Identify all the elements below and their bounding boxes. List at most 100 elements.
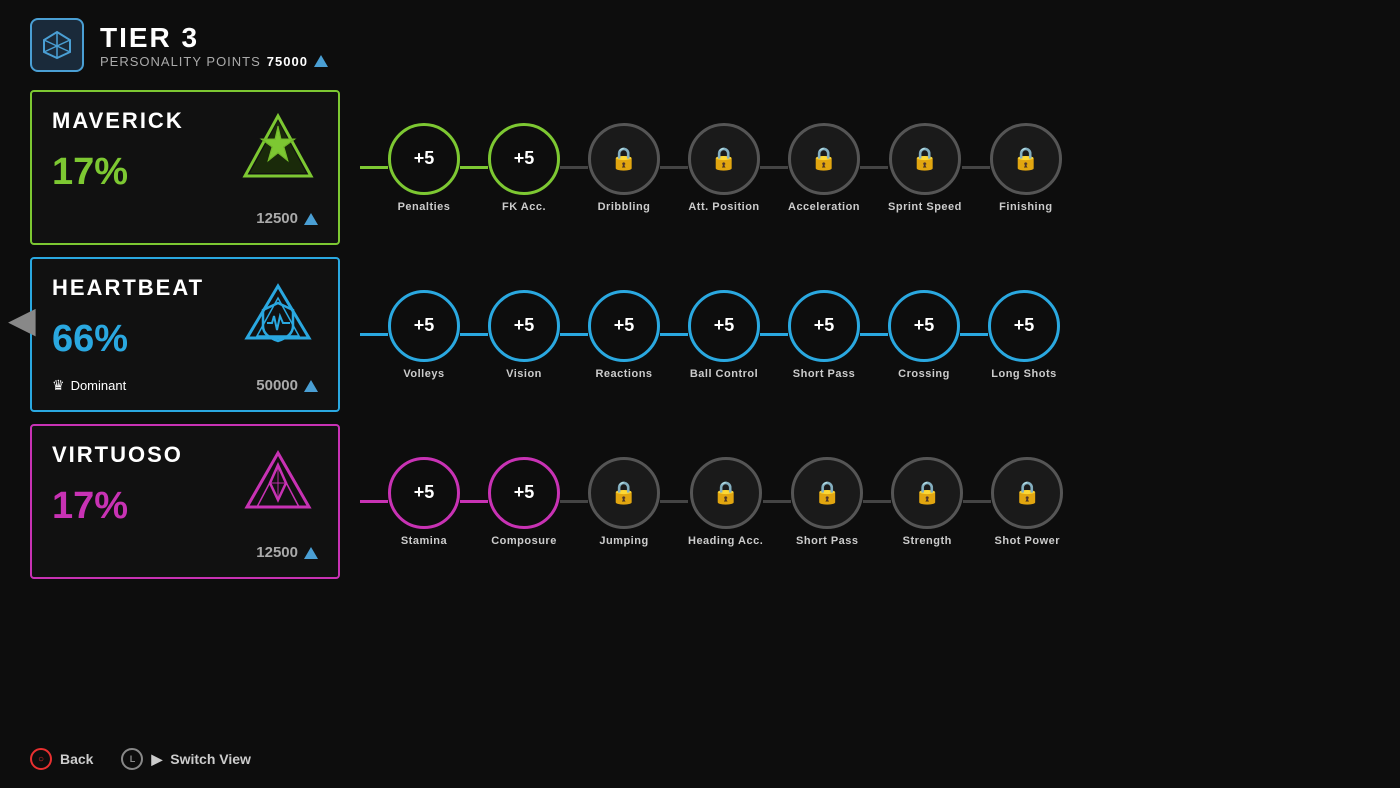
- maverick-node-acceleration: 🔒 Acceleration: [788, 123, 860, 213]
- heartbeat-icon: [238, 275, 318, 355]
- heartbeat-node-volleys: +5 Volleys: [388, 290, 460, 380]
- connector: [460, 333, 488, 336]
- maverick-node-fkacc: +5 FK Acc.: [488, 123, 560, 213]
- switch-view-icon: L: [121, 748, 143, 770]
- connector: [860, 333, 888, 336]
- node-circle-volleys[interactable]: +5: [388, 290, 460, 362]
- dominant-badge: ♛ Dominant: [52, 377, 126, 394]
- node-circle-headingacc[interactable]: 🔒: [690, 457, 762, 529]
- cost-triangle-icon: [304, 547, 318, 559]
- connector: [763, 500, 791, 503]
- virtuoso-node-composure: +5 Composure: [488, 457, 560, 547]
- maverick-icon: [238, 108, 318, 188]
- node-circle-sprintspeed[interactable]: 🔒: [889, 123, 961, 195]
- heartbeat-node-vision: +5 Vision: [488, 290, 560, 380]
- connector: [963, 500, 991, 503]
- heartbeat-node-longshots: +5 Long Shots: [988, 290, 1060, 380]
- personality-points: PERSONALITY POINTS 75000: [100, 54, 328, 69]
- connector: [460, 500, 488, 503]
- virtuoso-cost: 12500: [256, 544, 318, 561]
- tier-icon: [30, 18, 84, 72]
- node-circle-vshortpass[interactable]: 🔒: [791, 457, 863, 529]
- node-circle-jumping[interactable]: 🔒: [588, 457, 660, 529]
- cost-triangle-icon: [304, 213, 318, 225]
- node-circle-stamina[interactable]: +5: [388, 457, 460, 529]
- heartbeat-node-shortpass: +5 Short Pass: [788, 290, 860, 380]
- maverick-card-bottom: 12500: [52, 210, 318, 227]
- connector: [860, 166, 888, 169]
- node-circle-composure[interactable]: +5: [488, 457, 560, 529]
- virtuoso-row: VIRTUOSO 17% 12500: [30, 424, 1370, 579]
- virtuoso-node-headingacc: 🔒 Heading Acc.: [688, 457, 763, 547]
- maverick-node-dribbling: 🔒 Dribbling: [588, 123, 660, 213]
- heartbeat-node-ballcontrol: +5 Ball Control: [688, 290, 760, 380]
- maverick-row: MAVERICK 17% 12500: [30, 90, 1370, 245]
- crown-icon: ♛: [52, 377, 65, 394]
- connector: [360, 333, 388, 336]
- connector: [360, 166, 388, 169]
- connector: [760, 166, 788, 169]
- header: TIER 3 PERSONALITY POINTS 75000: [0, 0, 1400, 90]
- node-circle-vision[interactable]: +5: [488, 290, 560, 362]
- heartbeat-cost: 50000: [256, 377, 318, 394]
- heartbeat-card[interactable]: HEARTBEAT 66% ♛ Dominant: [30, 257, 340, 412]
- tier-title: TIER 3: [100, 22, 328, 54]
- connector: [660, 500, 688, 503]
- node-circle-penalties[interactable]: +5: [388, 123, 460, 195]
- connector: [560, 333, 588, 336]
- virtuoso-node-shotpower: 🔒 Shot Power: [991, 457, 1063, 547]
- virtuoso-node-jumping: 🔒 Jumping: [588, 457, 660, 547]
- footer: ○ Back L ▶ Switch View: [30, 748, 251, 770]
- heartbeat-node-reactions: +5 Reactions: [588, 290, 660, 380]
- node-circle-attposition[interactable]: 🔒: [688, 123, 760, 195]
- virtuoso-card[interactable]: VIRTUOSO 17% 12500: [30, 424, 340, 579]
- virtuoso-skill-tree: +5 Stamina +5 Composure 🔒 Jumping 🔒 Head…: [340, 457, 1370, 547]
- maverick-node-penalties: +5 Penalties: [388, 123, 460, 213]
- pp-triangle-icon: [314, 55, 328, 67]
- virtuoso-node-stamina: +5 Stamina: [388, 457, 460, 547]
- switch-view-button[interactable]: L ▶ Switch View: [121, 748, 250, 770]
- maverick-node-attposition: 🔒 Att. Position: [688, 123, 760, 213]
- connector: [660, 333, 688, 336]
- virtuoso-card-bottom: 12500: [52, 544, 318, 561]
- connector: [560, 166, 588, 169]
- node-circle-fkacc[interactable]: +5: [488, 123, 560, 195]
- connector: [560, 500, 588, 503]
- virtuoso-nodes: +5 Stamina +5 Composure 🔒 Jumping 🔒 Head…: [360, 457, 1063, 547]
- connector: [360, 500, 388, 503]
- virtuoso-node-strength: 🔒 Strength: [891, 457, 963, 547]
- maverick-skill-tree: +5 Penalties +5 FK Acc. 🔒 Dribbling: [340, 123, 1370, 213]
- connector: [863, 500, 891, 503]
- node-circle-acceleration[interactable]: 🔒: [788, 123, 860, 195]
- node-circle-strength[interactable]: 🔒: [891, 457, 963, 529]
- maverick-node-finishing: 🔒 Finishing: [990, 123, 1062, 213]
- heartbeat-node-crossing: +5 Crossing: [888, 290, 960, 380]
- connector: [760, 333, 788, 336]
- maverick-card[interactable]: MAVERICK 17% 12500: [30, 90, 340, 245]
- node-circle-longshots[interactable]: +5: [988, 290, 1060, 362]
- node-circle-shortpass[interactable]: +5: [788, 290, 860, 362]
- node-circle-finishing[interactable]: 🔒: [990, 123, 1062, 195]
- connector: [960, 333, 988, 336]
- back-button-icon: ○: [30, 748, 52, 770]
- heartbeat-card-bottom: ♛ Dominant 50000: [52, 377, 318, 394]
- node-circle-shotpower[interactable]: 🔒: [991, 457, 1063, 529]
- heartbeat-nodes: +5 Volleys +5 Vision +5 Reactions +5 Bal…: [360, 290, 1060, 380]
- back-button[interactable]: ○ Back: [30, 748, 93, 770]
- maverick-cost: 12500: [256, 210, 318, 227]
- node-circle-dribbling[interactable]: 🔒: [588, 123, 660, 195]
- node-circle-crossing[interactable]: +5: [888, 290, 960, 362]
- virtuoso-node-shortpass: 🔒 Short Pass: [791, 457, 863, 547]
- node-circle-reactions[interactable]: +5: [588, 290, 660, 362]
- heartbeat-row: HEARTBEAT 66% ♛ Dominant: [30, 257, 1370, 412]
- maverick-node-sprintspeed: 🔒 Sprint Speed: [888, 123, 962, 213]
- node-circle-ballcontrol[interactable]: +5: [688, 290, 760, 362]
- virtuoso-icon: [238, 442, 318, 522]
- connector: [660, 166, 688, 169]
- cost-triangle-icon: [304, 380, 318, 392]
- heartbeat-skill-tree: +5 Volleys +5 Vision +5 Reactions +5 Bal…: [340, 290, 1370, 380]
- main-content: ◀ MAVERICK 17% 12500: [0, 90, 1400, 579]
- back-arrow-icon[interactable]: ◀: [8, 299, 36, 341]
- connector: [460, 166, 488, 169]
- maverick-nodes: +5 Penalties +5 FK Acc. 🔒 Dribbling: [360, 123, 1062, 213]
